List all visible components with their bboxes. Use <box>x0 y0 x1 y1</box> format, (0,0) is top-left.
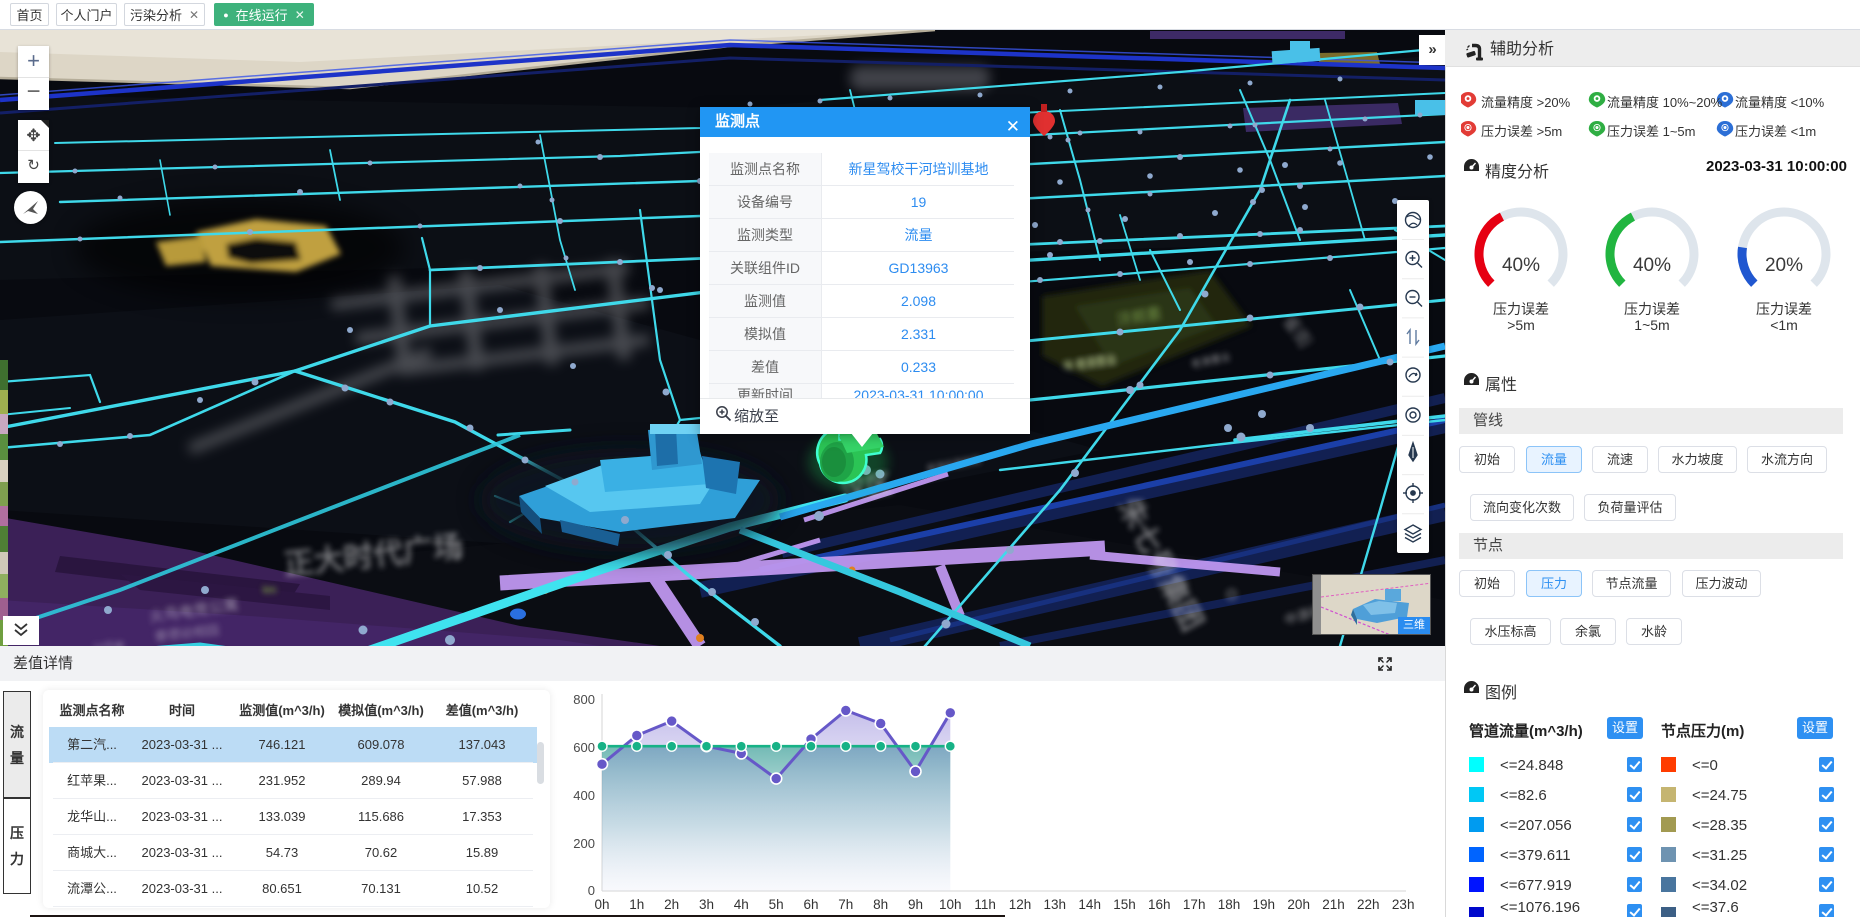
svg-text:17h: 17h <box>1183 897 1206 912</box>
svg-text:20h: 20h <box>1287 897 1310 912</box>
svg-text:0h: 0h <box>594 897 609 912</box>
svg-text:9h: 9h <box>908 897 923 912</box>
svg-text:13h: 13h <box>1044 897 1067 912</box>
svg-text:6h: 6h <box>803 897 818 912</box>
svg-text:中: 中 <box>451 549 463 563</box>
svg-text:21h: 21h <box>1322 897 1345 912</box>
svg-text:3h: 3h <box>699 897 714 912</box>
svg-text:12h: 12h <box>1009 897 1032 912</box>
svg-text:800: 800 <box>573 692 595 707</box>
svg-text:16h: 16h <box>1148 897 1171 912</box>
svg-text:15h: 15h <box>1113 897 1136 912</box>
svg-text:km: km <box>263 585 276 596</box>
svg-text:10h: 10h <box>939 897 962 912</box>
svg-text:23h: 23h <box>1392 897 1415 912</box>
svg-text:400: 400 <box>573 788 595 803</box>
svg-text:2h: 2h <box>664 897 679 912</box>
svg-text:19h: 19h <box>1253 897 1276 912</box>
svg-text:14h: 14h <box>1078 897 1101 912</box>
svg-text:4h: 4h <box>734 897 749 912</box>
svg-text:8h: 8h <box>873 897 888 912</box>
svg-text:18h: 18h <box>1218 897 1241 912</box>
svg-text:1h: 1h <box>629 897 644 912</box>
svg-text:o: o <box>1226 583 1237 605</box>
svg-text:5h: 5h <box>769 897 784 912</box>
svg-text:0: 0 <box>588 883 595 898</box>
svg-text:600: 600 <box>573 740 595 755</box>
svg-text:11h: 11h <box>974 897 996 912</box>
svg-text:22h: 22h <box>1357 897 1380 912</box>
svg-text:7h: 7h <box>838 897 853 912</box>
svg-text:200: 200 <box>573 836 595 851</box>
